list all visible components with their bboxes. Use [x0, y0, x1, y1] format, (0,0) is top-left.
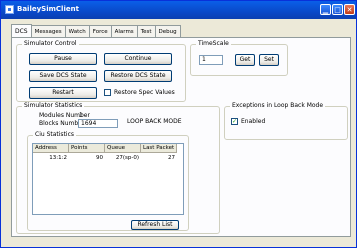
timescale-input[interactable]: 1 — [199, 55, 223, 65]
window-title: BaileySimClient — [17, 5, 79, 13]
cell-address: 13:1:2 — [49, 155, 67, 161]
simulator-statistics-title: Simulator Statistics — [22, 102, 85, 109]
column-points[interactable]: Points — [69, 144, 105, 153]
tab-messages[interactable]: Messages — [30, 25, 66, 37]
exceptions-group: Exceptions in Loop Back Mode ✓ Enabled — [224, 102, 348, 140]
ciu-list-header: Address Points Queue Last Packet — [33, 144, 177, 153]
dcs-panel: Simulator Control Pause Continue Save DC… — [11, 37, 351, 237]
loop-back-mode-label: LOOP BACK MODE — [127, 118, 182, 125]
timescale-group: TimeScale 1 Get Set — [190, 40, 288, 76]
ciu-statistics-title: Ciu Statistics — [33, 131, 76, 138]
restore-dcs-state-button[interactable]: Restore DCS State — [104, 70, 172, 82]
column-queue[interactable]: Queue — [105, 144, 141, 153]
app-icon — [5, 5, 14, 14]
app-window: BaileySimClient ▁ □ ✕ DCS Messages Watch… — [0, 0, 357, 248]
cell-points: 90 — [96, 155, 103, 161]
column-last-packet[interactable]: Last Packet — [141, 144, 177, 153]
pause-button[interactable]: Pause — [29, 53, 97, 65]
restore-spec-values-checkbox[interactable] — [104, 89, 111, 96]
tab-test[interactable]: Test — [136, 25, 156, 37]
tab-dcs[interactable]: DCS — [11, 24, 32, 37]
tab-watch[interactable]: Watch — [64, 25, 90, 37]
save-dcs-state-button[interactable]: Save DCS State — [29, 70, 97, 82]
tab-alarms[interactable]: Alarms — [110, 25, 138, 37]
tab-debug[interactable]: Debug — [154, 25, 181, 37]
blocks-number-value: 1694 — [78, 119, 118, 128]
tab-force[interactable]: Force — [88, 25, 112, 37]
ciu-statistics-group: Ciu Statistics Address Points Queue Last… — [27, 131, 189, 231]
title-bar[interactable]: BaileySimClient ▁ □ ✕ — [1, 1, 356, 19]
exceptions-enabled-checkbox[interactable]: ✓ — [231, 118, 238, 125]
restart-button[interactable]: Restart — [29, 87, 97, 99]
timescale-title: TimeScale — [196, 40, 231, 47]
restore-spec-values-label: Restore Spec Values — [114, 89, 175, 96]
timescale-set-button[interactable]: Set — [259, 54, 279, 66]
tab-strip: DCS Messages Watch Force Alarms Test Deb… — [11, 24, 181, 37]
ciu-statistics-list[interactable]: Address Points Queue Last Packet 13:1:2 … — [32, 143, 184, 215]
checkmark-icon: ✓ — [232, 118, 238, 125]
column-address[interactable]: Address — [33, 144, 69, 153]
exceptions-enabled-label: Enabled — [241, 118, 266, 125]
refresh-list-button[interactable]: Refresh List — [131, 220, 179, 230]
cell-last-packet: 27 — [168, 155, 175, 161]
continue-button[interactable]: Continue — [104, 53, 172, 65]
minimize-button[interactable]: ▁ — [320, 4, 331, 15]
modules-number-value: 1 — [79, 112, 83, 119]
maximize-button[interactable]: □ — [332, 4, 343, 15]
simulator-statistics-group: Simulator Statistics Modules Number 1 Bl… — [16, 102, 220, 234]
close-button[interactable]: ✕ — [344, 4, 355, 15]
cell-queue: 27(sp-0) — [115, 155, 139, 161]
simulator-control-title: Simulator Control — [22, 40, 79, 47]
exceptions-title: Exceptions in Loop Back Mode — [230, 102, 326, 109]
simulator-control-group: Simulator Control Pause Continue Save DC… — [16, 40, 186, 102]
table-row[interactable]: 13:1:2 90 27(sp-0) 27 — [33, 154, 177, 162]
timescale-get-button[interactable]: Get — [235, 54, 255, 66]
